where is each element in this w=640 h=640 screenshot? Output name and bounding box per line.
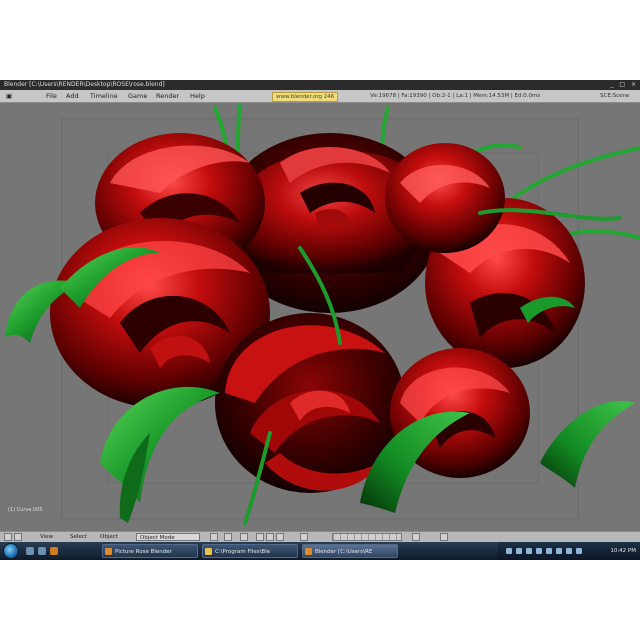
menu-file[interactable]: File xyxy=(46,90,57,102)
main-menubar: ▣ File Add Timeline Game Render Help www… xyxy=(0,90,640,103)
task-program-files[interactable]: C:\Program Files\Ble xyxy=(202,544,298,558)
menu-select[interactable]: Select xyxy=(70,532,87,542)
blender-quicklaunch-icon[interactable] xyxy=(50,547,58,555)
mode-dropdown[interactable]: Object Mode xyxy=(136,533,200,541)
3d-viewport[interactable]: (1) Curve.005 xyxy=(0,103,640,531)
task-picture-rose[interactable]: Picture Rose Blender xyxy=(102,544,198,558)
system-tray: 10:42 PM xyxy=(498,542,640,560)
blender-app-icon[interactable]: ▣ xyxy=(6,90,16,102)
windows-taskbar: Picture Rose Blender C:\Program Files\Bl… xyxy=(0,542,640,560)
menu-game[interactable]: Game xyxy=(128,90,147,102)
3d-view-header: View Select Object Object Mode xyxy=(0,531,640,542)
update-tray-icon[interactable] xyxy=(546,548,552,554)
security-tray-icon[interactable] xyxy=(536,548,542,554)
network-tray-icon[interactable] xyxy=(516,548,522,554)
image-viewer-icon xyxy=(105,548,112,555)
pivot-button[interactable] xyxy=(224,533,232,541)
usb-tray-icon[interactable] xyxy=(566,548,572,554)
draw-type-button[interactable] xyxy=(210,533,218,541)
menu-help[interactable]: Help xyxy=(190,90,205,102)
messenger-tray-icon[interactable] xyxy=(576,548,582,554)
rotate-button[interactable] xyxy=(266,533,274,541)
show-desktop-icon[interactable] xyxy=(26,547,34,555)
folder-icon xyxy=(205,548,212,555)
task-label: C:\Program Files\Ble xyxy=(215,549,271,555)
scene-stats: Ve:19678 | Fa:19390 | Ob:2-1 | La:1 | Me… xyxy=(370,93,541,99)
scene-selector[interactable]: SCE:Scene xyxy=(600,90,629,102)
window-titlebar: Blender [C:\Users\RENDER\Desktop\ROSE\ro… xyxy=(0,80,640,90)
manipulator-button[interactable] xyxy=(240,533,248,541)
window-controls[interactable]: _ □ × xyxy=(610,80,638,90)
collapse-menu-button[interactable] xyxy=(14,533,22,541)
menu-add[interactable]: Add xyxy=(66,90,79,102)
global-orientation-button[interactable] xyxy=(300,533,308,541)
folder-icon[interactable] xyxy=(38,547,46,555)
task-blender[interactable]: Blender [C:\Users\RE xyxy=(302,544,398,558)
task-label: Blender [C:\Users\RE xyxy=(315,549,373,555)
volume-tray-icon[interactable] xyxy=(526,548,532,554)
render-preview-button[interactable] xyxy=(440,533,448,541)
menu-view[interactable]: View xyxy=(40,532,53,542)
blender-org-link[interactable]: www.blender.org 246 xyxy=(272,92,339,102)
rose-render xyxy=(5,103,640,525)
rose-upper-right xyxy=(385,143,505,253)
editor-type-button[interactable] xyxy=(4,533,12,541)
menu-timeline[interactable]: Timeline xyxy=(90,90,118,102)
taskbar-clock[interactable]: 10:42 PM xyxy=(610,542,636,560)
scale-button[interactable] xyxy=(276,533,284,541)
active-object-label: (1) Curve.005 xyxy=(8,507,43,513)
screenshot: Blender [C:\Users\RENDER\Desktop\ROSE\ro… xyxy=(0,80,640,560)
layer-buttons[interactable] xyxy=(332,533,402,541)
menu-render[interactable]: Render xyxy=(156,90,179,102)
windows-start-icon[interactable] xyxy=(3,543,19,559)
power-tray-icon[interactable] xyxy=(556,548,562,554)
translate-button[interactable] xyxy=(256,533,264,541)
blender-app-icon xyxy=(305,548,312,555)
menu-object[interactable]: Object xyxy=(100,532,118,542)
lock-icon[interactable] xyxy=(412,533,420,541)
task-label: Picture Rose Blender xyxy=(115,549,172,555)
language-tray-icon[interactable] xyxy=(506,548,512,554)
window-title: Blender [C:\Users\RENDER\Desktop\ROSE\ro… xyxy=(4,81,165,88)
